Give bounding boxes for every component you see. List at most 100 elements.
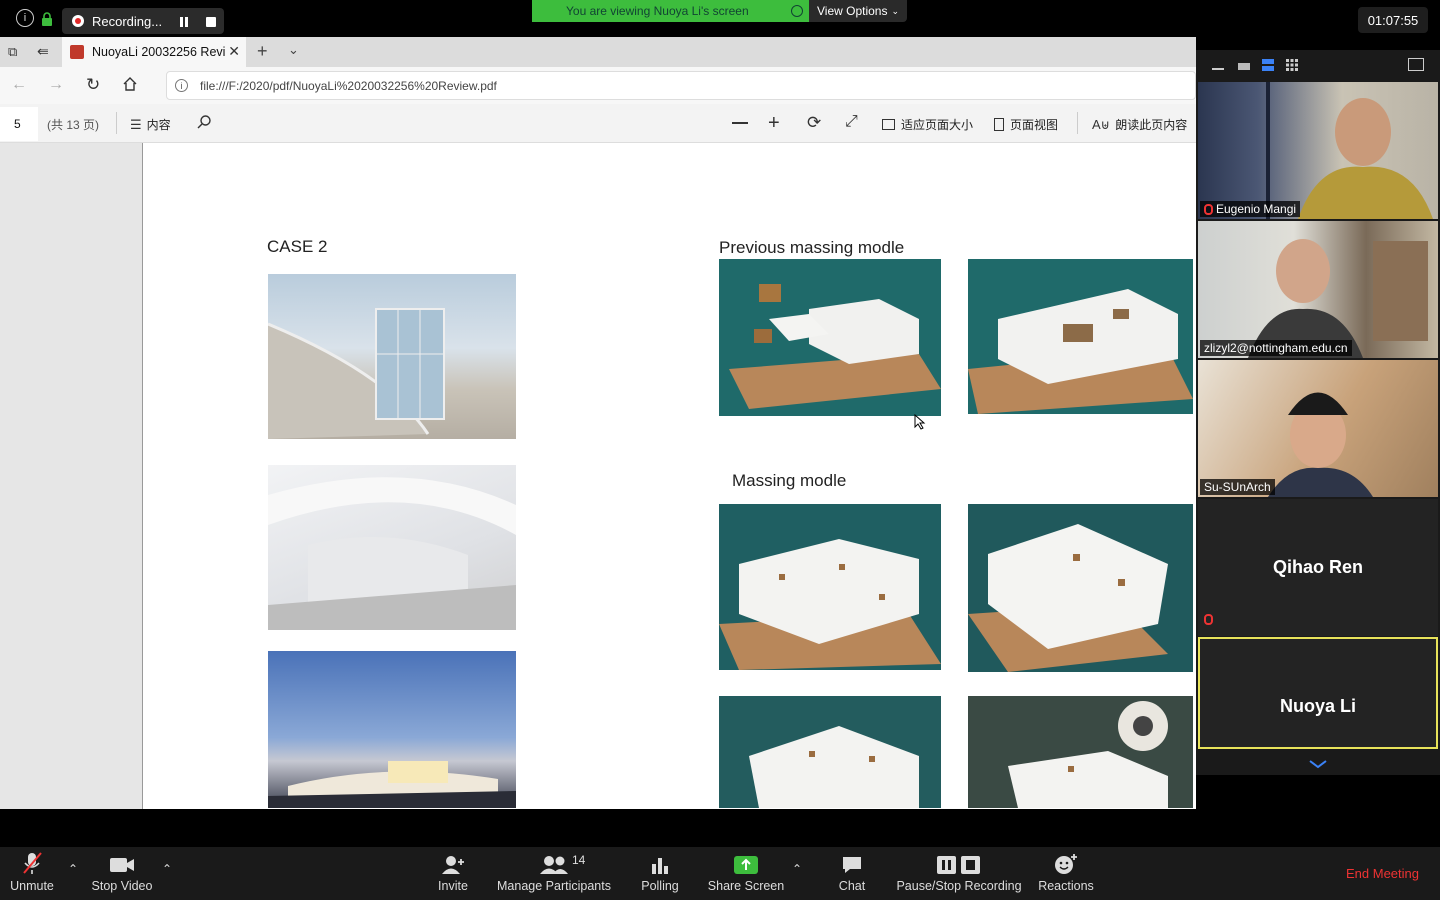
recording-label: Recording... <box>92 13 163 29</box>
viewing-banner: You are viewing Nuoya Li's screen <box>532 0 809 22</box>
massing-model-photo-2 <box>968 504 1193 672</box>
massing-title: Massing modle <box>732 471 847 490</box>
read-aloud-button[interactable]: A⊎ 朗读此页内容 <box>1092 116 1187 134</box>
toolbar-divider <box>1077 112 1078 134</box>
minimize-icon[interactable] <box>1212 68 1224 70</box>
home-icon[interactable] <box>122 76 138 97</box>
pdf-icon <box>70 45 84 59</box>
manage-participants-button[interactable]: Manage Participants <box>496 848 612 898</box>
end-meeting-button[interactable]: End Meeting <box>1346 866 1419 881</box>
set-tabs-aside-icon[interactable]: ⇚ <box>37 43 49 60</box>
zoom-out-icon[interactable] <box>732 122 748 124</box>
reactions-button[interactable]: Reactions <box>1036 848 1096 898</box>
contents-button[interactable]: ☰ 内容 <box>130 116 171 134</box>
case-photo-dusk <box>268 651 516 808</box>
participant-count-badge: 14 <box>572 853 586 867</box>
chat-button[interactable]: Chat <box>830 848 874 898</box>
forward-icon[interactable]: → <box>48 76 64 94</box>
refresh-icon[interactable]: ↻ <box>86 75 100 95</box>
unmute-label: Unmute <box>10 879 54 893</box>
url-field[interactable]: i file:///F:/2020/pdf/NuoyaLi%2020032256… <box>166 71 1196 100</box>
participant-tile[interactable]: zlizyl2@nottingham.edu.cn <box>1198 221 1438 358</box>
site-info-icon[interactable]: i <box>175 79 188 92</box>
view-options-button[interactable]: View Options ⌄ <box>809 0 907 22</box>
smiley-icon <box>1055 854 1077 874</box>
page-total: (共 13 页) <box>47 118 100 132</box>
fullscreen-icon[interactable]: ⤢ <box>845 113 858 131</box>
chat-label: Chat <box>838 879 866 893</box>
new-tab-icon[interactable]: + <box>257 41 268 62</box>
chevron-down-icon[interactable] <box>1308 756 1328 774</box>
fit-page-button[interactable]: 适应页面大小 <box>882 116 973 134</box>
participants-icon <box>540 856 568 874</box>
info-icon[interactable]: i <box>16 9 34 27</box>
muted-mic-icon <box>1204 203 1213 215</box>
participant-name-tag: Eugenio Mangi <box>1200 201 1301 217</box>
invite-button[interactable]: Invite <box>430 848 476 898</box>
thumbnail-view-icon[interactable] <box>1262 58 1274 71</box>
pause-stop-recording-button[interactable]: Pause/Stop Recording <box>896 848 1022 898</box>
tab-actions-icon[interactable]: ⧉ <box>8 44 17 60</box>
record-icon <box>72 15 84 27</box>
video-camera-icon <box>110 858 134 872</box>
previous-model-photo-1 <box>719 259 941 416</box>
pop-out-icon[interactable] <box>1408 58 1424 71</box>
share-screen-label: Share Screen <box>707 879 785 893</box>
stop-video-label: Stop Video <box>91 879 153 893</box>
read-aloud-label: 朗读此页内容 <box>1115 118 1188 132</box>
tab-list-chevron-icon[interactable]: ⌄ <box>288 42 299 58</box>
url-text: file:///F:/2020/pdf/NuoyaLi%2020032256%2… <box>200 78 497 93</box>
list-icon: ☰ <box>130 117 142 132</box>
add-user-icon <box>442 856 464 874</box>
fit-page-label: 适应页面大小 <box>901 118 974 132</box>
polling-button[interactable]: Polling <box>636 848 684 898</box>
participant-tile[interactable]: Qihao Ren <box>1198 499 1438 636</box>
muted-mic-icon <box>23 852 42 874</box>
participant-name: Eugenio Mangi <box>1216 202 1297 216</box>
viewing-banner-text: You are viewing Nuoya Li's screen <box>566 4 749 18</box>
unmute-button[interactable]: Unmute <box>6 848 58 898</box>
contents-label: 内容 <box>146 118 171 132</box>
screen-share-status-icon <box>791 5 803 17</box>
participant-name: Qihao Ren <box>1272 557 1363 577</box>
clock: 01:07:55 <box>1358 7 1428 33</box>
browser-tab-active[interactable]: NuoyaLi 20032256 Revi ✕ <box>62 37 246 67</box>
massing-model-photo-1 <box>719 504 941 670</box>
participant-name: zlizyl2@nottingham.edu.cn <box>1204 341 1348 355</box>
stop-recording-button[interactable] <box>205 15 217 33</box>
stop-video-button[interactable]: Stop Video <box>88 848 156 898</box>
participant-name: Su-SUnArch <box>1204 480 1271 494</box>
fit-page-icon <box>882 119 895 130</box>
bar-chart-icon <box>652 858 668 874</box>
back-icon[interactable]: ← <box>11 76 27 94</box>
previous-massing-title: Previous massing modle <box>719 238 905 257</box>
participant-tile[interactable]: Su-SUnArch <box>1198 360 1438 497</box>
participant-tile[interactable]: Eugenio Mangi <box>1198 82 1438 219</box>
audio-options-caret-icon[interactable]: ⌃ <box>68 862 78 876</box>
lock-icon[interactable] <box>41 12 53 26</box>
page-view-button[interactable]: 页面视图 <box>994 116 1058 134</box>
search-icon[interactable] <box>196 114 212 135</box>
share-screen-button[interactable]: Share Screen <box>706 848 786 898</box>
video-options-caret-icon[interactable]: ⌃ <box>162 862 172 876</box>
massing-model-photo-3 <box>719 696 941 808</box>
polling-label: Polling <box>641 879 679 893</box>
participant-name: Nuoya Li <box>1279 696 1356 716</box>
massing-model-photo-4 <box>968 696 1193 808</box>
pause-stop-recording-label: Pause/Stop Recording <box>896 879 1022 893</box>
pause-recording-button[interactable] <box>178 15 190 33</box>
mouse-cursor <box>914 413 926 435</box>
speaker-view-icon[interactable] <box>1238 63 1250 70</box>
view-options-label: View Options <box>816 4 888 18</box>
participant-tile-active-speaker[interactable]: Nuoya Li <box>1198 637 1438 749</box>
gallery-view-icon[interactable] <box>1286 58 1298 76</box>
previous-model-photo-2 <box>968 259 1193 414</box>
chevron-down-icon: ⌄ <box>891 5 900 16</box>
zoom-in-icon[interactable]: + <box>768 112 780 135</box>
chat-icon <box>843 857 861 873</box>
share-options-caret-icon[interactable]: ⌃ <box>792 862 802 876</box>
case-title: CASE 2 <box>267 237 328 256</box>
page-number-input[interactable]: 5 <box>0 107 38 141</box>
rotate-icon[interactable]: ⟳ <box>807 113 821 133</box>
close-tab-icon[interactable]: ✕ <box>228 43 240 60</box>
